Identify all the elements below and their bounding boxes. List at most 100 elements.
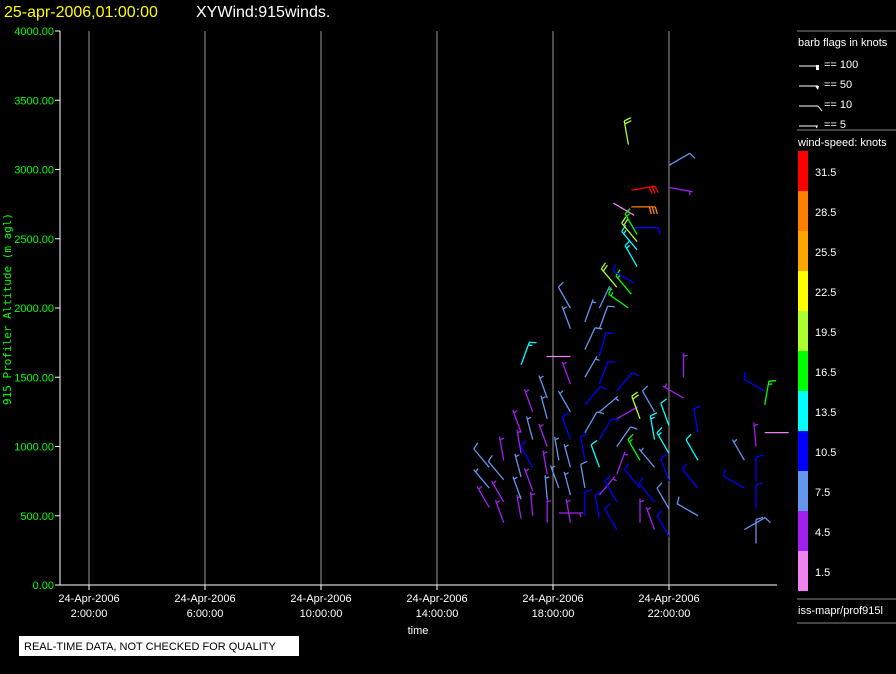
wind-barb: [638, 447, 655, 468]
colorbar-swatch: [798, 551, 808, 591]
wind-barb: [561, 412, 572, 440]
wind-barb: [553, 436, 560, 461]
colorbar-label: 28.5: [815, 207, 836, 219]
colorbar-swatch: [798, 311, 808, 351]
x-tick-time: 14:00:00: [416, 608, 459, 620]
wind-barb: [624, 463, 641, 489]
wind-barb: [656, 510, 670, 537]
colorbar-label: 22.5: [815, 287, 836, 299]
wind-barb: [561, 306, 572, 329]
barb-legend-label: == 100: [824, 59, 858, 71]
legend-panel: barb flags in knots == 100 == 50 == 10 == 5…: [797, 30, 896, 624]
wind-barb: [523, 468, 534, 492]
wind-barb: [743, 371, 766, 392]
wind-barb: [616, 372, 640, 392]
wind-barb: [631, 206, 658, 215]
x-tick-date: 24-Apr-2006: [406, 593, 467, 605]
barb-legend-label: == 5: [824, 119, 846, 131]
barb-legend-item: == 100: [799, 59, 858, 71]
wind-barb: [494, 499, 505, 523]
wind-barb: [561, 361, 572, 385]
x-tick-time: 6:00:00: [187, 608, 224, 620]
speed-colorbar: 31.5 28.5 25.5 22.5 19.5 16.5 13.5 10.5 7.5 4.5 1.…: [798, 151, 836, 591]
wind-barb: [662, 383, 684, 399]
wind-barb: [645, 506, 656, 530]
colorbar-label: 16.5: [815, 367, 836, 379]
wind-barb: [731, 438, 745, 461]
wind-barb: [693, 405, 701, 433]
y-tick-label: 3500.00: [14, 95, 54, 107]
wind-barb: [563, 443, 572, 468]
colorbar-label: 7.5: [815, 487, 830, 499]
wind-barb: [514, 453, 522, 478]
wind-barb: [764, 379, 777, 406]
wind-barb: [512, 409, 522, 433]
barb-legend-item: == 50: [799, 79, 852, 91]
wind-barb: [529, 491, 535, 516]
barb-legend-item: == 5: [799, 119, 846, 131]
wind-barb: [584, 411, 605, 433]
wind-barb: [598, 360, 615, 385]
colorbar-label: 31.5: [815, 167, 836, 179]
wind-barb: [660, 453, 670, 482]
barb-legend-item: == 10: [799, 99, 852, 112]
wind-barb: [656, 426, 670, 454]
barb-legend-label: == 10: [824, 99, 852, 111]
colorbar-swatch: [798, 151, 808, 191]
x-tick-date: 24-Apr-2006: [638, 593, 699, 605]
x-tick-date: 24-Apr-2006: [522, 593, 583, 605]
header-title: XYWind:915winds.: [196, 4, 330, 21]
wind-barb: [649, 412, 658, 440]
colorbar-swatch: [798, 391, 808, 431]
colorbar-label: 4.5: [815, 527, 830, 539]
x-tick-time: 2:00:00: [71, 608, 108, 620]
wind-barb: [580, 432, 588, 461]
grid-lines: [88, 31, 670, 585]
y-tick-label: 4000.00: [14, 26, 54, 38]
colorbar-swatch: [798, 471, 808, 511]
wind-barb: [613, 202, 635, 216]
y-tick-label: 0.00: [33, 580, 54, 592]
x-tick-time: 10:00:00: [300, 608, 343, 620]
wind-barb: [584, 356, 600, 378]
wind-barb: [557, 281, 571, 309]
wind-barb: [549, 465, 560, 489]
wind-barb: [753, 422, 759, 447]
wind-barb: [682, 463, 699, 489]
quality-notice: REAL-TIME DATA, NOT CHECKED FOR QUALITY: [24, 641, 276, 653]
wind-barb: [722, 468, 745, 489]
colorbar-label: 1.5: [815, 567, 830, 579]
y-tick-label: 1000.00: [14, 442, 54, 454]
x-tick-date: 24-Apr-2006: [290, 593, 351, 605]
barb-legend: == 100 == 50 == 10 == 5: [799, 59, 858, 131]
barb-legend-label: == 50: [824, 79, 852, 91]
header-datetime: 25-apr-2006,01:00:00: [4, 4, 158, 21]
wind-barb: [676, 496, 699, 517]
wind-barb: [608, 287, 629, 309]
x-tick-date: 24-Apr-2006: [174, 593, 235, 605]
wind-barb: [473, 442, 490, 468]
x-tick-labels: 24-Apr-2006 2:00:00 24-Apr-2006 6:00:00 24-A…: [58, 585, 700, 620]
wind-barb: [623, 117, 632, 145]
y-axis-label: 915 Profiler Altitude (m agl): [1, 213, 14, 405]
wind-barb: [565, 498, 572, 523]
wind-barbs: [473, 117, 789, 544]
wind-barb: [660, 398, 670, 426]
wind-barb: [584, 489, 593, 516]
wind-barb: [641, 385, 656, 413]
colorbar-label: 13.5: [815, 407, 836, 419]
wind-barb: [516, 429, 522, 454]
wind-barb: [580, 460, 588, 489]
wind-barb: [598, 305, 615, 329]
speed-legend-title: wind-speed: knots: [797, 137, 887, 149]
wind-profiler-plot: 25-apr-2006,01:00:00 XYWind:915winds. 0.…: [1, 4, 896, 656]
wind-barb: [525, 416, 534, 440]
wind-barb: [538, 375, 548, 399]
wind-barb: [520, 440, 534, 468]
wind-barb: [523, 389, 534, 413]
x-tick-time: 22:00:00: [648, 608, 691, 620]
wind-barb: [542, 450, 548, 475]
y-tick-label: 1500.00: [14, 372, 54, 384]
wind-barb: [639, 498, 645, 523]
wind-barb: [682, 353, 688, 378]
